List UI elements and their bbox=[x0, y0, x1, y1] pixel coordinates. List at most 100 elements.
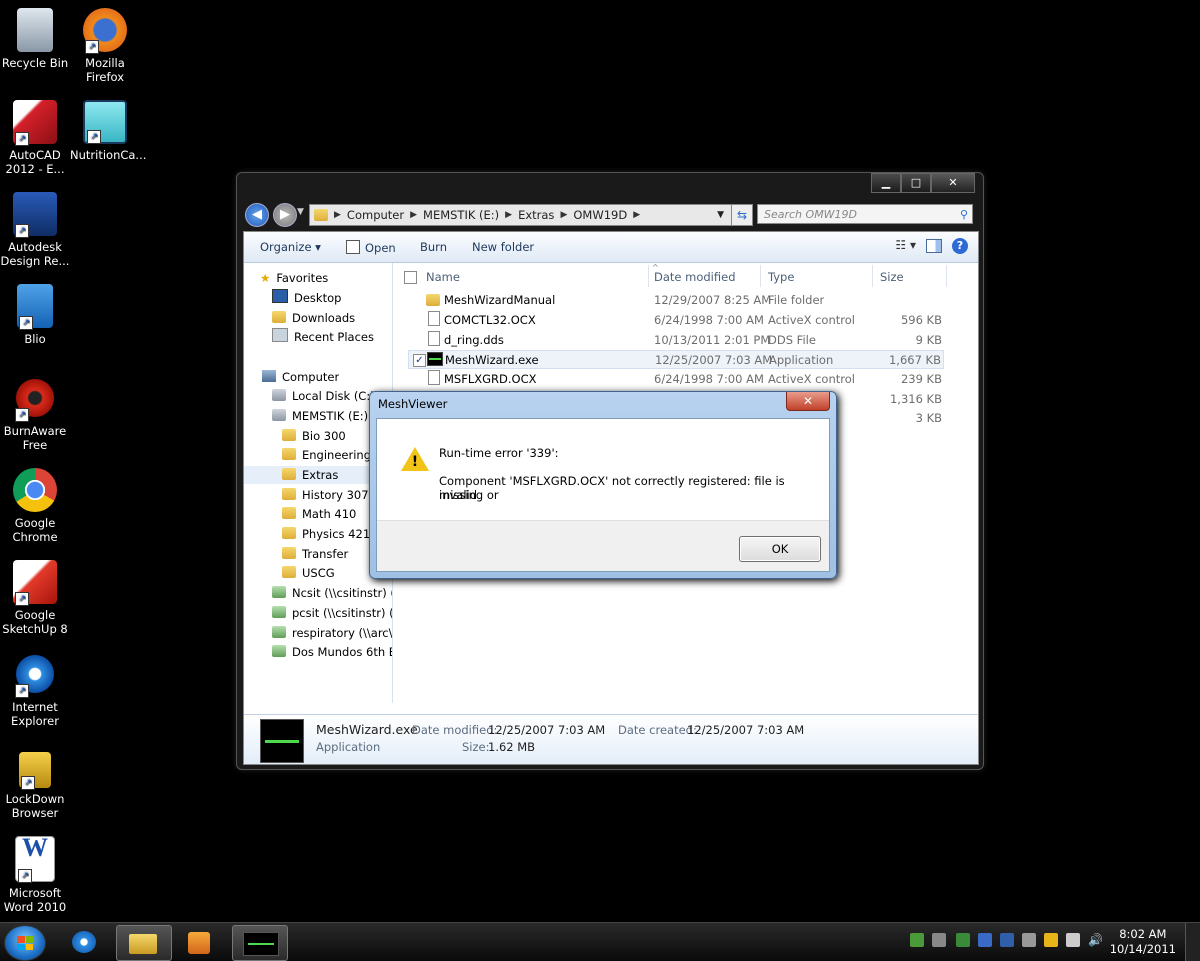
breadcrumb-separator[interactable]: ▶ bbox=[631, 205, 642, 225]
nav-favorites[interactable]: ★ Favorites bbox=[260, 269, 328, 287]
file-type: File folder bbox=[768, 293, 825, 307]
nav-label: Extras bbox=[302, 468, 339, 482]
file-type: ActiveX control bbox=[768, 372, 855, 386]
tray-gear-icon[interactable] bbox=[1022, 933, 1036, 947]
help-icon[interactable]: ? bbox=[952, 238, 968, 254]
row-checkbox[interactable]: ✓ bbox=[413, 354, 426, 367]
minimize-button[interactable]: ▁ bbox=[871, 173, 901, 193]
warning-icon-mark: ! bbox=[411, 454, 419, 470]
refresh-button[interactable]: ⇆ bbox=[731, 204, 753, 226]
nav-local-disk[interactable]: Local Disk (C:) bbox=[272, 387, 375, 405]
breadcrumb-extras[interactable]: Extras bbox=[514, 205, 558, 225]
taskbar-meshwizard[interactable] bbox=[232, 925, 288, 961]
address-dropdown-icon[interactable]: ▼ bbox=[717, 205, 724, 225]
address-bar[interactable]: ▶ Computer ▶ MEMSTIK (E:) ▶ Extras ▶ OMW… bbox=[309, 204, 751, 226]
nav-network-respiratory[interactable]: respiratory (\\arc\ins bbox=[272, 624, 392, 642]
breadcrumb-omw19d[interactable]: OMW19D bbox=[569, 205, 631, 225]
tray-star-icon[interactable] bbox=[1044, 933, 1058, 947]
desktop-icon-internet-explorer[interactable]: ↗ Internet Explorer bbox=[0, 652, 70, 728]
tray-monitor-icon[interactable] bbox=[1066, 933, 1080, 947]
file-row[interactable]: MeshWizardManual 12/29/2007 8:25 AM File… bbox=[408, 291, 944, 310]
nav-memstik[interactable]: MEMSTIK (E:) bbox=[272, 407, 368, 425]
open-button[interactable]: Open bbox=[346, 240, 396, 255]
dialog-close-button[interactable]: ✕ bbox=[786, 392, 830, 411]
file-type: Application bbox=[769, 353, 834, 367]
desktop-icon-chrome[interactable]: Google Chrome bbox=[0, 468, 70, 544]
desktop-icon-autodesk-design-review[interactable]: ↗ Autodesk Design Re... bbox=[0, 192, 70, 268]
file-size: 3 KB bbox=[915, 411, 942, 425]
icon-label: Internet bbox=[12, 700, 58, 714]
breadcrumb-separator[interactable]: ▶ bbox=[408, 205, 419, 225]
nav-downloads[interactable]: Downloads bbox=[272, 309, 355, 327]
forward-button[interactable]: ▶ bbox=[273, 203, 297, 227]
star-icon: ★ bbox=[260, 271, 271, 285]
column-divider[interactable] bbox=[648, 265, 649, 287]
tray-flag-icon[interactable] bbox=[1000, 933, 1014, 947]
desktop-icon-autocad[interactable]: ↗ AutoCAD 2012 - E... bbox=[0, 100, 70, 176]
column-header-name[interactable]: Name bbox=[426, 267, 460, 287]
maximize-button[interactable]: □ bbox=[901, 173, 931, 193]
preview-pane-icon[interactable] bbox=[926, 239, 942, 253]
dialog-title: MeshViewer bbox=[378, 397, 448, 411]
show-desktop-button[interactable] bbox=[1185, 923, 1200, 961]
search-icon[interactable]: ⚲ bbox=[960, 205, 968, 225]
icon-label: LockDown bbox=[5, 792, 65, 806]
details-modified-value: 12/25/2007 7:03 AM bbox=[488, 723, 606, 737]
view-options-icon[interactable]: ☷ ▾ bbox=[895, 238, 916, 254]
file-row-selected[interactable]: ✓ MeshWizard.exe 12/25/2007 7:03 AM Appl… bbox=[408, 350, 944, 369]
breadcrumb-separator[interactable]: ▶ bbox=[332, 205, 343, 225]
nav-network-dos-mundos[interactable]: Dos Mundos 6th Edi bbox=[272, 643, 392, 661]
breadcrumb-memstik[interactable]: MEMSTIK (E:) bbox=[419, 205, 503, 225]
folder-icon bbox=[282, 429, 296, 441]
organize-button[interactable]: Organize ▾ bbox=[260, 240, 321, 254]
desktop-icon-blio[interactable]: ↗ Blio bbox=[0, 284, 70, 346]
column-header-date[interactable]: Date modified bbox=[654, 267, 736, 287]
tray-update-icon[interactable] bbox=[978, 933, 992, 947]
desktop-icon-firefox[interactable]: ↗ Mozilla Firefox bbox=[70, 8, 140, 84]
breadcrumb-separator[interactable]: ▶ bbox=[503, 205, 514, 225]
tray-shield-icon[interactable] bbox=[910, 933, 924, 947]
breadcrumb-separator[interactable]: ▶ bbox=[558, 205, 569, 225]
file-date: 12/25/2007 7:03 AM bbox=[655, 353, 773, 367]
nav-network-ncsit[interactable]: Ncsit (\\csitinstr) (N bbox=[272, 584, 392, 602]
shortcut-arrow-icon: ↗ bbox=[15, 132, 29, 146]
file-row[interactable]: COMCTL32.OCX 6/24/1998 7:00 AM ActiveX c… bbox=[408, 311, 944, 330]
search-input[interactable]: Search OMW19D ⚲ bbox=[757, 204, 973, 224]
desktop-icon-sketchup[interactable]: ↗ Google SketchUp 8 bbox=[0, 560, 70, 636]
column-header-type[interactable]: Type bbox=[768, 267, 794, 287]
burn-button[interactable]: Burn bbox=[420, 240, 447, 254]
desktop-icon-lockdown-browser[interactable]: ↗ LockDown Browser bbox=[0, 744, 70, 820]
nav-recent-places[interactable]: Recent Places bbox=[272, 328, 374, 346]
icon-label: BurnAware bbox=[3, 424, 67, 438]
nav-computer[interactable]: Computer bbox=[262, 368, 339, 386]
file-row[interactable]: MSFLXGRD.OCX 6/24/1998 7:00 AM ActiveX c… bbox=[408, 370, 944, 389]
desktop-icon-recycle-bin[interactable]: Recycle Bin bbox=[0, 8, 70, 70]
usb-drive-icon bbox=[272, 409, 286, 421]
column-divider[interactable] bbox=[760, 265, 761, 287]
back-button[interactable]: ◀ bbox=[245, 203, 269, 227]
desktop-icon-nutritioncalc[interactable]: ↗ NutritionCa... bbox=[70, 100, 146, 162]
file-row[interactable]: d_ring.dds 10/13/2011 2:01 PM DDS File 9… bbox=[408, 331, 944, 350]
tray-volume-icon[interactable]: 🔊 bbox=[1088, 933, 1103, 947]
new-folder-button[interactable]: New folder bbox=[472, 240, 534, 254]
column-divider[interactable] bbox=[872, 265, 873, 287]
breadcrumb-computer[interactable]: Computer bbox=[343, 205, 408, 225]
taskbar-media-player[interactable] bbox=[174, 925, 228, 959]
nav-label: USCG bbox=[302, 566, 335, 580]
nav-desktop[interactable]: Desktop bbox=[272, 289, 341, 307]
ok-button[interactable]: OK bbox=[739, 536, 821, 562]
tray-security-icon[interactable] bbox=[956, 933, 970, 947]
column-header-size[interactable]: Size bbox=[880, 267, 904, 287]
taskbar-windows-explorer[interactable] bbox=[116, 925, 172, 961]
tray-network-icon[interactable] bbox=[932, 933, 946, 947]
close-button[interactable]: ✕ bbox=[931, 173, 975, 193]
column-divider[interactable] bbox=[946, 265, 947, 287]
taskbar-clock[interactable]: 8:02 AM 10/14/2011 bbox=[1110, 927, 1176, 957]
taskbar-internet-explorer[interactable] bbox=[58, 925, 112, 959]
start-button[interactable] bbox=[4, 925, 46, 961]
select-all-checkbox[interactable] bbox=[404, 271, 417, 284]
recent-pages-dropdown[interactable]: ▼ bbox=[297, 207, 304, 217]
desktop-icon-word[interactable]: W ↗ Microsoft Word 2010 bbox=[0, 835, 70, 915]
desktop-icon-burnaware[interactable]: ↗ BurnAware Free bbox=[0, 376, 70, 452]
nav-network-pcsit[interactable]: pcsit (\\csitinstr) (P:) bbox=[272, 604, 392, 622]
